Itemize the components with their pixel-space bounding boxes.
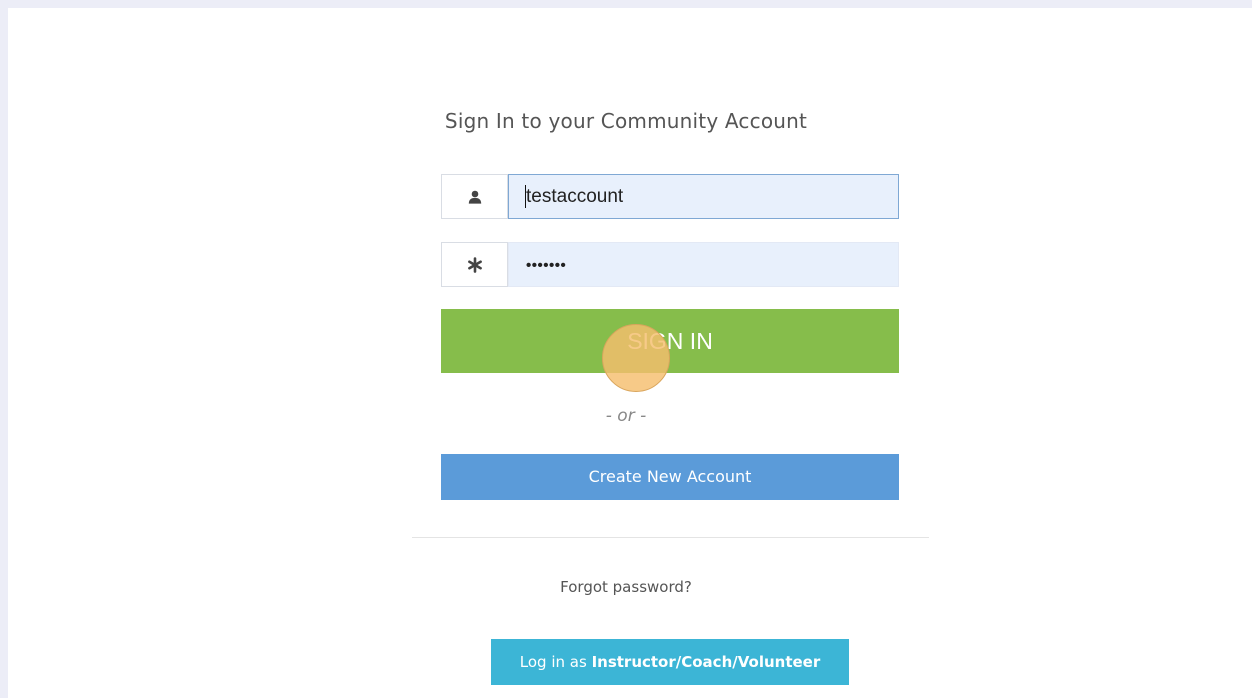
username-input[interactable]: testaccount [508,174,899,219]
text-cursor [525,185,526,208]
page-title: Sign In to your Community Account [444,109,808,133]
password-input[interactable]: ••••••• [508,242,899,287]
password-masked-value: ••••••• [526,257,567,274]
or-separator: - or - [605,406,647,426]
instructor-login-button[interactable]: Log in as Instructor/Coach/Volunteer [491,639,849,685]
create-account-button[interactable]: Create New Account [441,454,899,500]
asterisk-icon [441,242,508,287]
instructor-login-prefix: Log in as [519,653,587,671]
username-value: testaccount [526,186,624,207]
password-field-group: ••••••• [441,242,899,287]
user-icon [441,174,508,219]
sign-in-button[interactable]: SIGN IN [441,309,899,373]
divider [412,537,929,538]
instructor-login-role: Instructor/Coach/Volunteer [591,653,821,671]
username-field-group: testaccount [441,174,899,219]
forgot-password-link[interactable]: Forgot password? [0,578,1252,596]
